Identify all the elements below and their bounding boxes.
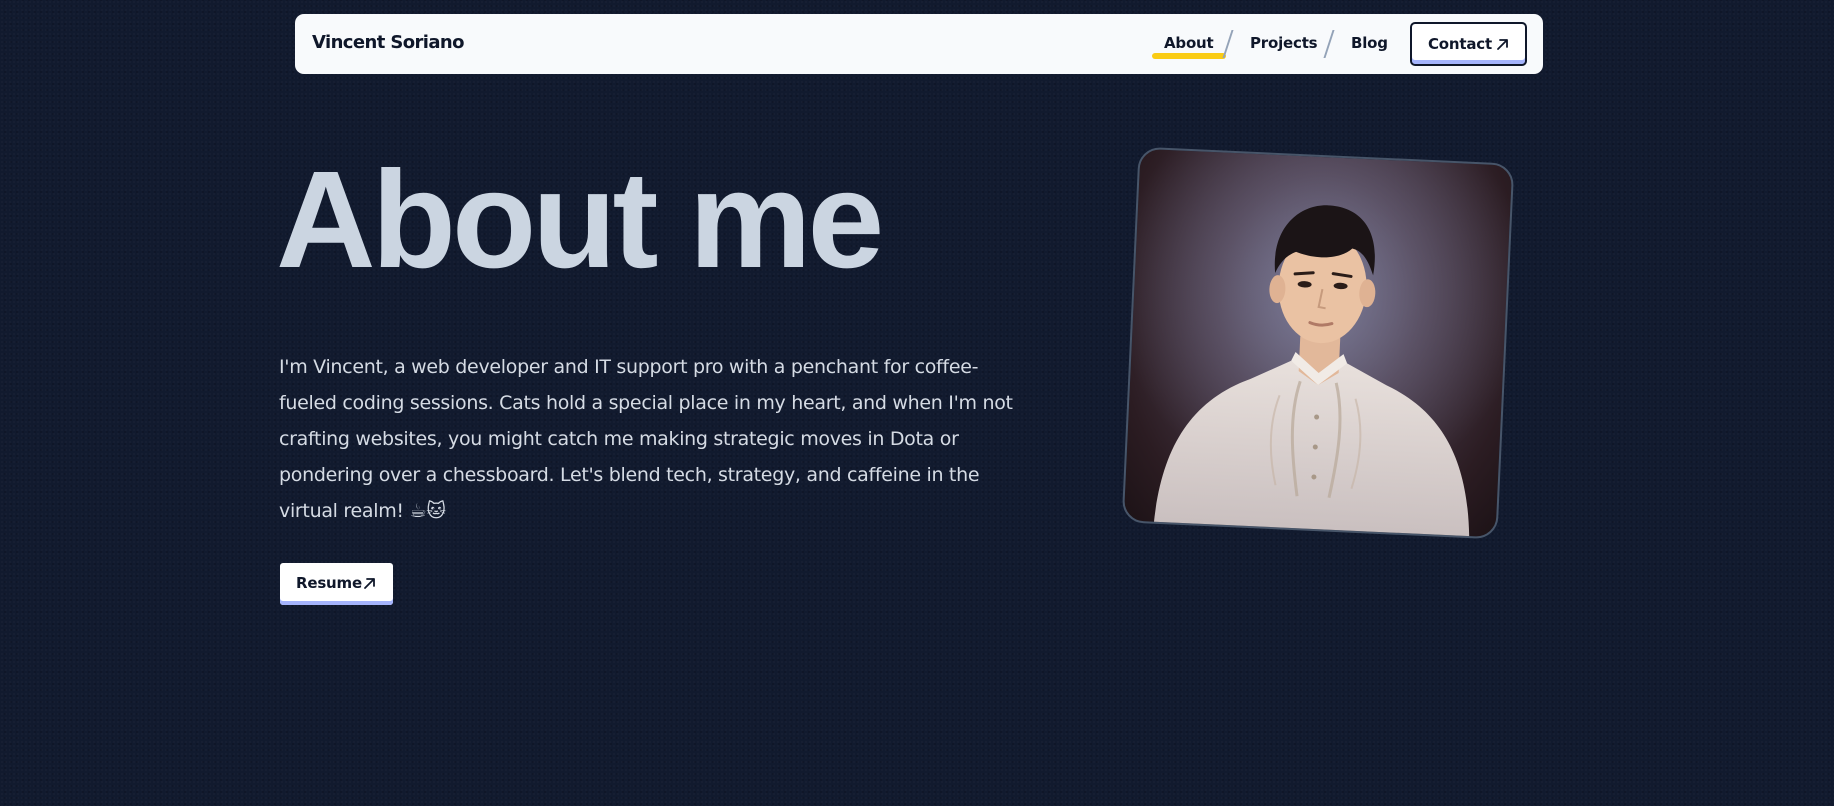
arrow-up-right-icon xyxy=(1497,39,1508,50)
brand-name[interactable]: Vincent Soriano xyxy=(312,32,464,53)
resume-button[interactable]: Resume xyxy=(280,563,393,605)
nav-separator xyxy=(1222,30,1234,58)
arrow-up-right-icon xyxy=(364,578,375,589)
active-highlight xyxy=(1152,53,1226,59)
resume-button-label: Resume xyxy=(296,574,362,592)
contact-button-label: Contact xyxy=(1428,35,1492,53)
top-navbar: Vincent Soriano About Projects Blog Cont… xyxy=(295,14,1543,74)
bio-paragraph: I'm Vincent, a web developer and IT supp… xyxy=(279,356,1013,522)
nav-link-about[interactable]: About xyxy=(1152,34,1226,59)
profile-photo xyxy=(1121,146,1515,540)
page-title: About me xyxy=(276,143,884,297)
contact-button[interactable]: Contact xyxy=(1410,22,1527,66)
portrait-illustration xyxy=(1123,148,1515,540)
nav-link-blog[interactable]: Blog xyxy=(1351,34,1388,52)
nav-link-projects[interactable]: Projects xyxy=(1250,34,1318,52)
nav-link-about-label: About xyxy=(1164,34,1214,52)
nav-separator xyxy=(1323,30,1335,58)
